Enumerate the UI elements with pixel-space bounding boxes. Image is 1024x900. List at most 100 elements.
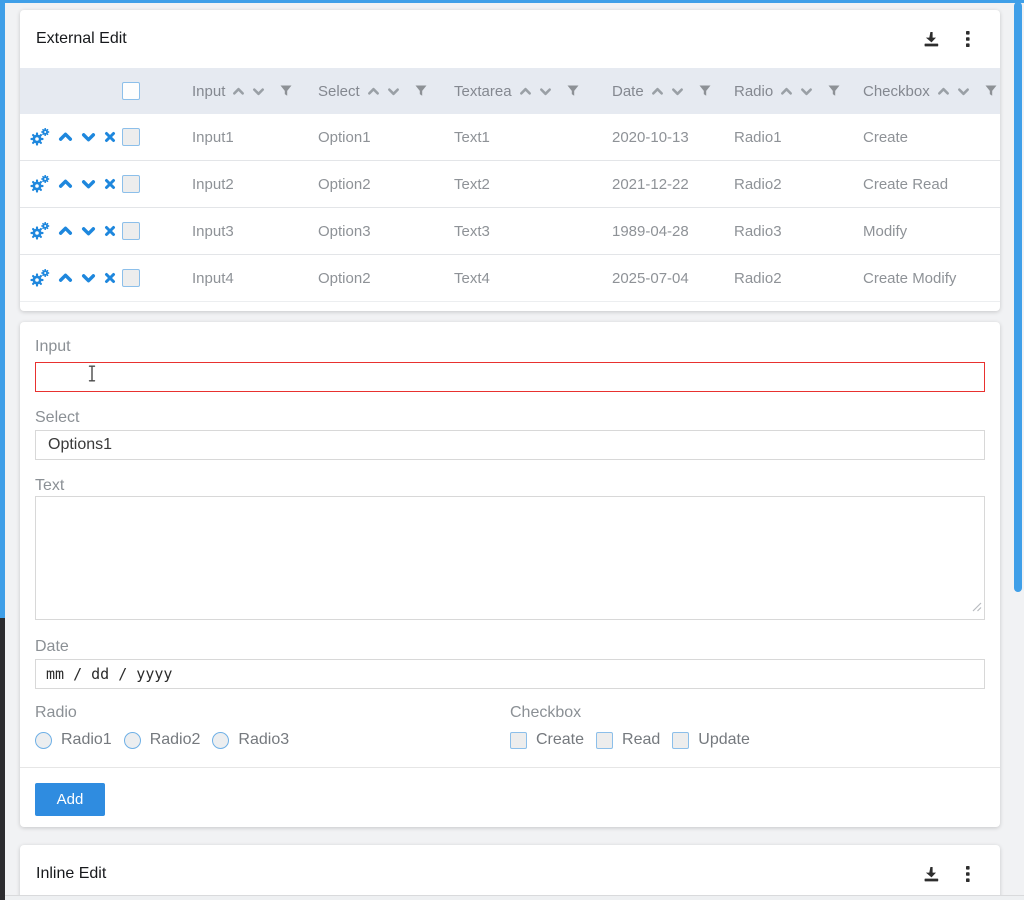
radio-icon[interactable]	[35, 732, 52, 749]
sort-up-icon[interactable]	[937, 87, 950, 96]
filter-funnel-icon[interactable]	[567, 85, 579, 97]
kebab-menu-icon[interactable]	[966, 31, 970, 47]
sort-up-icon[interactable]	[780, 87, 793, 96]
chevron-down-icon[interactable]	[81, 273, 96, 283]
checkbox-icon[interactable]	[596, 732, 613, 749]
panel-header: Inline Edit	[20, 845, 1000, 900]
filter-funnel-icon[interactable]	[415, 85, 427, 97]
select-all-checkbox[interactable]	[122, 82, 140, 100]
checkbox-group-label: Checkbox	[510, 703, 750, 723]
cell-radio: Radio2	[714, 176, 843, 193]
cell-input: Input2	[172, 176, 298, 193]
sort-down-icon[interactable]	[539, 87, 552, 96]
cell-checkbox: Create Modify	[843, 270, 1000, 287]
add-button[interactable]: Add	[35, 783, 105, 816]
text-label: Text	[35, 476, 985, 496]
sort-up-icon[interactable]	[651, 87, 664, 96]
sort-down-icon[interactable]	[957, 87, 970, 96]
sort-up-icon[interactable]	[519, 87, 532, 96]
radio-option-radio2[interactable]: Radio2	[124, 731, 201, 749]
checkbox-option-read[interactable]: Read	[596, 731, 660, 749]
column-header-select: Select	[298, 83, 434, 100]
column-label: Date	[612, 83, 644, 100]
chevron-up-icon[interactable]	[58, 132, 73, 142]
select-value: Options1	[48, 436, 112, 454]
radio-group: Radio1 Radio2 Radio3	[35, 731, 510, 749]
radio-group-label: Radio	[35, 703, 510, 723]
sort-down-icon[interactable]	[387, 87, 400, 96]
sort-up-icon[interactable]	[367, 87, 380, 96]
checkbox-option-label: Read	[622, 731, 660, 749]
cell-date: 2025-07-04	[592, 270, 714, 287]
close-icon[interactable]	[104, 225, 116, 237]
radio-option-radio3[interactable]: Radio3	[212, 731, 289, 749]
date-field[interactable]: mm / dd / yyyy	[35, 659, 985, 689]
cell-select: Option1	[298, 129, 434, 146]
row-actions-cell	[20, 128, 120, 146]
row-checkbox[interactable]	[122, 269, 140, 287]
input-field[interactable]	[35, 362, 985, 392]
inline-edit-panel: Inline Edit	[20, 845, 1000, 900]
cell-radio: Radio3	[714, 223, 843, 240]
input-label: Input	[35, 337, 985, 357]
sort-down-icon[interactable]	[671, 87, 684, 96]
column-label: Input	[192, 83, 225, 100]
download-icon[interactable]	[923, 866, 940, 883]
row-select-cell	[120, 269, 172, 287]
close-icon[interactable]	[104, 272, 116, 284]
row-checkbox[interactable]	[122, 175, 140, 193]
cell-radio: Radio1	[714, 129, 843, 146]
panel-title: Inline Edit	[36, 865, 106, 883]
checkbox-option-label: Update	[698, 731, 750, 749]
sort-down-icon[interactable]	[252, 87, 265, 96]
cogs-icon[interactable]	[30, 222, 50, 240]
cogs-icon[interactable]	[30, 128, 50, 146]
close-icon[interactable]	[104, 131, 116, 143]
checkbox-icon[interactable]	[510, 732, 527, 749]
sort-down-icon[interactable]	[800, 87, 813, 96]
cell-textarea: Text2	[434, 176, 592, 193]
chevron-down-icon[interactable]	[81, 132, 96, 142]
cell-checkbox: Create	[843, 129, 1000, 146]
resize-handle-icon[interactable]	[971, 599, 982, 617]
filter-funnel-icon[interactable]	[699, 85, 711, 97]
cell-select: Option2	[298, 176, 434, 193]
download-icon[interactable]	[923, 31, 940, 48]
select-field[interactable]: Options1	[35, 430, 985, 460]
radio-icon[interactable]	[212, 732, 229, 749]
cell-input: Input3	[172, 223, 298, 240]
chevron-up-icon[interactable]	[58, 226, 73, 236]
chevron-up-icon[interactable]	[58, 179, 73, 189]
external-edit-panel: External Edit Input Select Textarea Date Rad…	[20, 10, 1000, 311]
top-accent-line	[0, 0, 1024, 3]
cogs-icon[interactable]	[30, 269, 50, 287]
chevron-down-icon[interactable]	[81, 179, 96, 189]
vertical-scrollbar-thumb[interactable]	[1014, 2, 1022, 592]
filter-funnel-icon[interactable]	[828, 85, 840, 97]
cell-select: Option3	[298, 223, 434, 240]
cogs-icon[interactable]	[30, 175, 50, 193]
radio-icon[interactable]	[124, 732, 141, 749]
panel-title: External Edit	[36, 30, 127, 48]
chevron-down-icon[interactable]	[81, 226, 96, 236]
radio-option-radio1[interactable]: Radio1	[35, 731, 112, 749]
text-cursor-icon	[87, 365, 97, 387]
filter-funnel-icon[interactable]	[280, 85, 292, 97]
row-checkbox[interactable]	[122, 222, 140, 240]
filter-funnel-icon[interactable]	[985, 85, 997, 97]
kebab-menu-icon[interactable]	[966, 866, 970, 882]
close-icon[interactable]	[104, 178, 116, 190]
checkbox-icon[interactable]	[672, 732, 689, 749]
checkbox-option-update[interactable]: Update	[672, 731, 750, 749]
column-label: Radio	[734, 83, 773, 100]
sort-up-icon[interactable]	[232, 87, 245, 96]
column-label: Textarea	[454, 83, 512, 100]
bottom-edge-strip	[0, 895, 1024, 900]
checkbox-option-create[interactable]: Create	[510, 731, 584, 749]
textarea-field[interactable]	[35, 496, 985, 620]
row-checkbox[interactable]	[122, 128, 140, 146]
row-actions-cell	[20, 222, 120, 240]
form-divider	[20, 767, 1000, 768]
radio-option-label: Radio1	[61, 731, 112, 749]
chevron-up-icon[interactable]	[58, 273, 73, 283]
